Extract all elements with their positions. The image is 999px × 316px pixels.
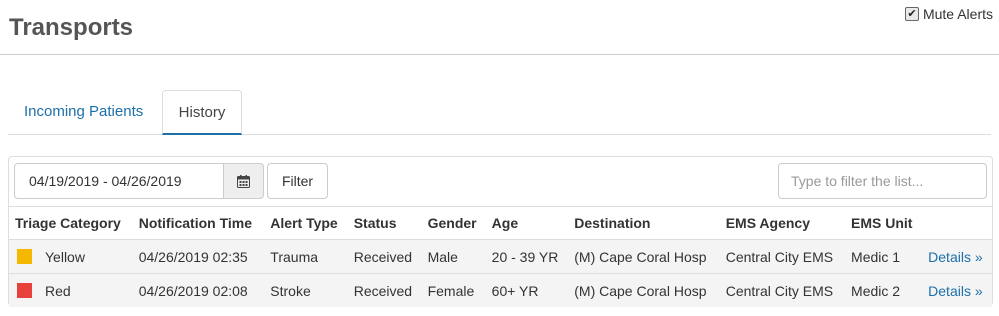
triage-color-swatch: [17, 248, 32, 264]
gender: Female: [421, 273, 486, 307]
details-cell: Details »: [922, 273, 992, 307]
status: Received: [347, 273, 422, 307]
details-link[interactable]: Details »: [928, 249, 982, 265]
age: 60+ YR: [485, 273, 569, 307]
ems-unit: Medic 2: [845, 273, 923, 307]
col-notification-time[interactable]: Notification Time: [132, 206, 265, 240]
details-link[interactable]: Details »: [928, 283, 982, 299]
filter-list-input[interactable]: Type to filter the list...: [778, 163, 987, 199]
triage-cell: Yellow: [9, 239, 133, 274]
triage-label: Yellow: [45, 248, 85, 265]
history-panel: 04/19/2019 - 04/26/2019 Filter Type to f…: [8, 156, 993, 307]
triage-color-swatch: [17, 282, 32, 298]
status: Received: [347, 239, 422, 274]
col-ems-agency[interactable]: EMS Agency: [719, 206, 846, 240]
details-cell: Details »: [922, 239, 992, 274]
destination: (M) Cape Coral Hosp: [568, 273, 720, 307]
col-alert-type[interactable]: Alert Type: [264, 206, 348, 240]
triage-label: Red: [45, 282, 71, 299]
mute-alerts-toggle[interactable]: ✔ Mute Alerts: [904, 6, 993, 22]
notification-time: 04/26/2019 02:35: [132, 239, 265, 274]
col-actions: [922, 206, 992, 240]
calendar-icon: [237, 174, 251, 188]
date-range-picker: 04/19/2019 - 04/26/2019: [14, 163, 264, 199]
filter-button[interactable]: Filter: [267, 163, 328, 199]
col-destination[interactable]: Destination: [568, 206, 720, 240]
col-gender[interactable]: Gender: [421, 206, 486, 240]
ems-agency: Central City EMS: [719, 239, 846, 274]
title-divider: [0, 54, 999, 55]
ems-agency: Central City EMS: [719, 273, 846, 307]
table-row[interactable]: Yellow 04/26/2019 02:35 Trauma Received …: [9, 239, 992, 274]
mute-alerts-checkbox[interactable]: ✔: [904, 7, 919, 21]
date-range-input[interactable]: 04/19/2019 - 04/26/2019: [14, 163, 224, 199]
col-age[interactable]: Age: [485, 206, 569, 240]
ems-unit: Medic 1: [845, 239, 923, 274]
table-row[interactable]: Red 04/26/2019 02:08 Stroke Received Fem…: [9, 273, 992, 307]
col-status[interactable]: Status: [347, 206, 422, 240]
transports-history-table: Triage Category Notification Time Alert …: [9, 206, 992, 307]
mute-alerts-label: Mute Alerts: [922, 6, 993, 22]
tab-incoming-patients[interactable]: Incoming Patients: [8, 90, 159, 134]
table-header-row: Triage Category Notification Time Alert …: [9, 206, 992, 240]
col-ems-unit[interactable]: EMS Unit: [845, 206, 923, 240]
tab-history[interactable]: History: [162, 90, 242, 135]
notification-time: 04/26/2019 02:08: [132, 273, 265, 307]
alert-type: Stroke: [264, 273, 348, 307]
page-title: Transports: [9, 14, 134, 41]
col-triage-category[interactable]: Triage Category: [9, 206, 133, 240]
age: 20 - 39 YR: [485, 239, 569, 274]
destination: (M) Cape Coral Hosp: [568, 239, 720, 274]
triage-cell: Red: [9, 273, 133, 307]
gender: Male: [421, 239, 486, 274]
tab-bar: Incoming Patients History: [8, 90, 991, 135]
alert-type: Trauma: [264, 239, 348, 274]
calendar-button[interactable]: [223, 163, 264, 199]
